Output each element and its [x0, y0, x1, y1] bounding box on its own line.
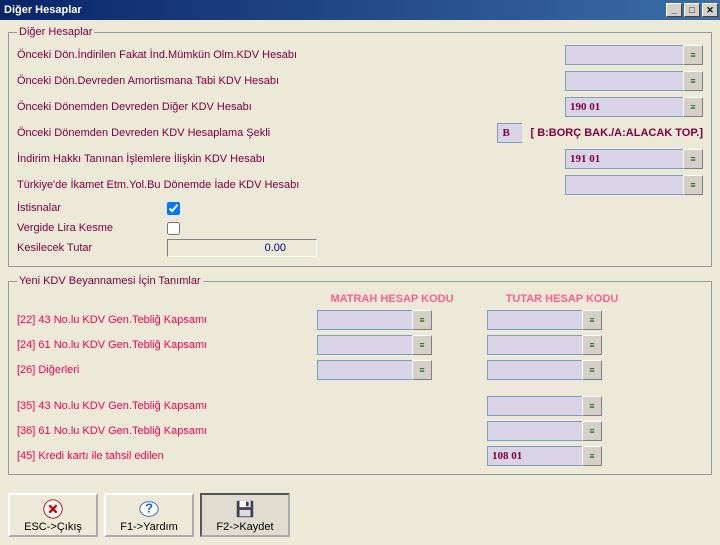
matrah-0[interactable] [317, 310, 412, 330]
tutar-0[interactable] [487, 310, 582, 330]
tutar-1[interactable] [487, 335, 582, 355]
input-r3[interactable] [565, 97, 683, 117]
maximize-button[interactable]: □ [684, 3, 700, 17]
legend-diger-hesaplar: Diğer Hesaplar [17, 26, 94, 38]
matrah-2[interactable] [317, 360, 412, 380]
tutar-5[interactable] [487, 446, 582, 466]
input-r6[interactable] [565, 175, 683, 195]
legend-yeni-kdv: Yeni KDV Beyannamesi İçin Tanımlar [17, 275, 203, 287]
section-diger-hesaplar: Diğer Hesaplar Önceki Dön.İndirilen Faka… [8, 26, 712, 267]
tutar-2[interactable] [487, 360, 582, 380]
checkbox-istisnalar[interactable] [167, 202, 180, 215]
f1-label: F1->Yardım [120, 521, 178, 533]
amount-kesilecek: 0.00 [167, 239, 317, 257]
close-button[interactable]: ✕ [702, 3, 718, 17]
input-r4[interactable] [497, 123, 522, 143]
lookup-matrah-2[interactable]: ≡ [412, 360, 432, 380]
grid-label-0: [22] 43 No.lu KDV Gen.Tebliğ Kapsamı [17, 314, 297, 326]
lookup-r2[interactable]: ≡ [683, 71, 703, 91]
grid-label-1: [24] 61 No.lu KDV Gen.Tebliğ Kapsamı [17, 339, 297, 351]
lookup-r3[interactable]: ≡ [683, 97, 703, 117]
label-r4: Önceki Dönemden Devreden KDV Hesaplama Ş… [17, 127, 347, 139]
f2-save-button[interactable]: F2->Kaydet [200, 493, 290, 537]
lookup-r1[interactable]: ≡ [683, 45, 703, 65]
f1-help-button[interactable]: ? F1->Yardım [104, 493, 194, 537]
close-x-icon [42, 498, 64, 520]
lookup-tutar-4[interactable]: ≡ [582, 421, 602, 441]
section-yeni-kdv: Yeni KDV Beyannamesi İçin Tanımlar MATRA… [8, 275, 712, 475]
window-title: Diğer Hesaplar [4, 4, 664, 16]
lookup-tutar-0[interactable]: ≡ [582, 310, 602, 330]
col-tutar: TUTAR HESAP KODU [487, 293, 637, 305]
lookup-matrah-0[interactable]: ≡ [412, 310, 432, 330]
grid-label-5: [45] Kredi kartı ile tahsil edilen [17, 450, 297, 462]
input-r2[interactable] [565, 71, 683, 91]
label-r1: Önceki Dön.İndirilen Fakat İnd.Mümkün Ol… [17, 49, 347, 61]
lookup-r6[interactable]: ≡ [683, 175, 703, 195]
grid-label-4: [36] 61 No.lu KDV Gen.Tebliğ Kapsamı [17, 425, 297, 437]
f2-label: F2->Kaydet [216, 521, 273, 533]
esc-exit-button[interactable]: ESC->Çıkış [8, 493, 98, 537]
titlebar: Diğer Hesaplar _ □ ✕ [0, 0, 720, 20]
input-r1[interactable] [565, 45, 683, 65]
note-r4: [ B:BORÇ BAK./A:ALACAK TOP.] [530, 127, 703, 139]
label-r3: Önceki Dönemden Devreden Diğer KDV Hesab… [17, 101, 347, 113]
svg-text:?: ? [145, 500, 153, 515]
tutar-4[interactable] [487, 421, 582, 441]
lookup-tutar-5[interactable]: ≡ [582, 446, 602, 466]
label-r2: Önceki Dön.Devreden Amortismana Tabi KDV… [17, 75, 347, 87]
input-r5[interactable] [565, 149, 683, 169]
tutar-3[interactable] [487, 396, 582, 416]
lookup-r5[interactable]: ≡ [683, 149, 703, 169]
checkbox-vergide[interactable] [167, 222, 180, 235]
label-tutar: Kesilecek Tutar [17, 242, 167, 254]
question-icon: ? [138, 498, 160, 520]
label-r6: Türkiye'de İkamet Etm.Yol.Bu Dönemde İad… [17, 179, 347, 191]
matrah-1[interactable] [317, 335, 412, 355]
button-bar: ESC->Çıkış ? F1->Yardım F2->Kaydet [0, 487, 720, 543]
label-vergide: Vergide Lira Kesme [17, 222, 167, 234]
grid-label-2: [26] Diğerleri [17, 364, 297, 376]
label-istisnalar: İstisnalar [17, 202, 167, 214]
minimize-button[interactable]: _ [666, 3, 682, 17]
lookup-tutar-3[interactable]: ≡ [582, 396, 602, 416]
esc-label: ESC->Çıkış [24, 521, 82, 533]
lookup-tutar-2[interactable]: ≡ [582, 360, 602, 380]
grid-label-3: [35] 43 No.lu KDV Gen.Tebliğ Kapsamı [17, 400, 297, 412]
floppy-disk-icon [234, 498, 256, 520]
label-r5: İndirim Hakkı Tanınan İşlemlere İlişkin … [17, 153, 347, 165]
col-matrah: MATRAH HESAP KODU [317, 293, 467, 305]
client-area: Diğer Hesaplar Önceki Dön.İndirilen Faka… [0, 20, 720, 487]
lookup-matrah-1[interactable]: ≡ [412, 335, 432, 355]
lookup-tutar-1[interactable]: ≡ [582, 335, 602, 355]
